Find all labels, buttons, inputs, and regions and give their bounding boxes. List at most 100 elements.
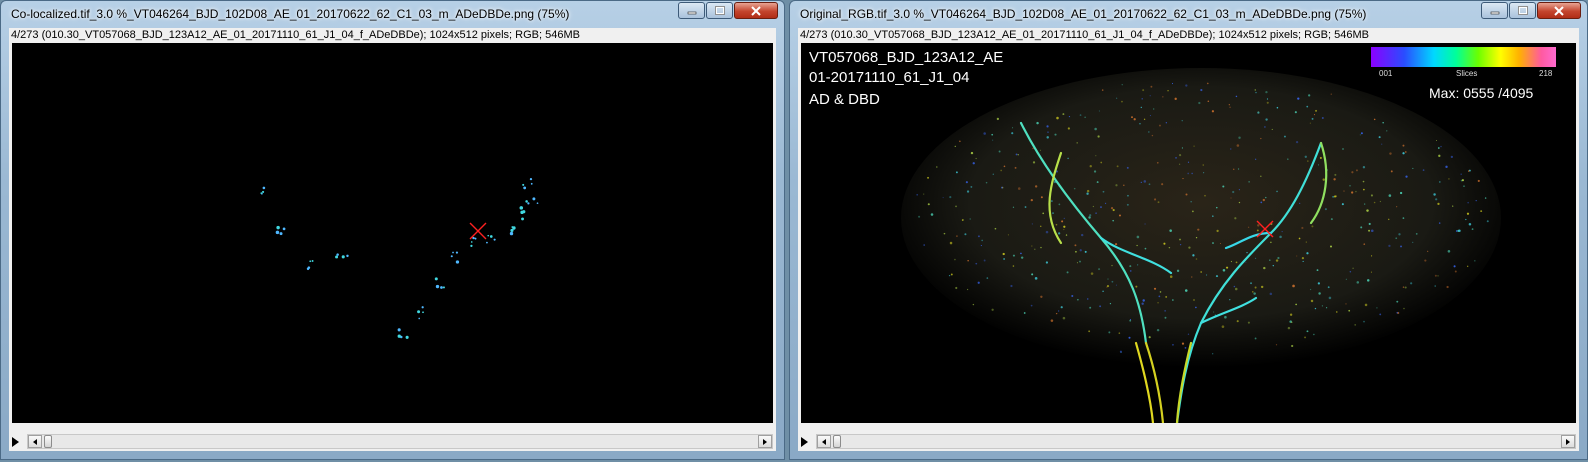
- speckle: [1086, 192, 1089, 195]
- maximize-button[interactable]: [1509, 2, 1536, 19]
- speckle: [1486, 220, 1489, 223]
- speckle: [1453, 265, 1456, 268]
- speckle: [1131, 116, 1133, 119]
- speckle: [983, 132, 986, 135]
- scroll-left-arrow-icon[interactable]: [28, 435, 42, 448]
- maximize-button[interactable]: [706, 2, 733, 19]
- speckle: [307, 266, 311, 269]
- speckle: [1370, 271, 1372, 273]
- play-icon[interactable]: [12, 437, 19, 447]
- speckle: [1475, 200, 1477, 202]
- speckle: [1307, 160, 1309, 162]
- speckle: [1156, 161, 1159, 164]
- speckle: [1176, 269, 1180, 273]
- speckle: [1133, 118, 1136, 121]
- minimize-button[interactable]: [1481, 2, 1508, 19]
- speckle: [1233, 168, 1235, 170]
- speckle: [977, 235, 980, 238]
- speckle: [1129, 270, 1132, 272]
- speckle: [1107, 278, 1109, 280]
- speckle: [1052, 212, 1054, 214]
- speckle: [434, 277, 438, 281]
- speckle: [1246, 251, 1248, 254]
- speckle: [1330, 218, 1333, 221]
- speckle: [1461, 179, 1464, 182]
- speckle: [1438, 222, 1441, 224]
- scroll-thumb[interactable]: [44, 435, 52, 448]
- speckle: [970, 185, 973, 188]
- image-canvas[interactable]: [12, 43, 773, 423]
- speckle: [1412, 241, 1414, 244]
- speckle: [1412, 167, 1414, 170]
- speckle: [1257, 111, 1260, 114]
- speckle: [1081, 233, 1084, 237]
- play-icon[interactable]: [801, 437, 808, 447]
- speckle: [1447, 249, 1451, 253]
- speckle: [1254, 286, 1257, 289]
- speckle: [1144, 223, 1146, 225]
- scroll-right-arrow-icon[interactable]: [758, 435, 772, 448]
- max-label: Max: 0555 /4095: [1429, 85, 1534, 101]
- speckle: [1063, 225, 1066, 228]
- speckle: [1076, 262, 1078, 264]
- slice-scrollbar[interactable]: [27, 434, 773, 449]
- speckle: [1297, 97, 1300, 100]
- speckle: [1193, 299, 1195, 301]
- speckle: [279, 232, 283, 236]
- speckle: [918, 215, 921, 218]
- title-bar[interactable]: Original_RGB.tif_3.0 %_VT046264_BJD_102D…: [790, 1, 1587, 27]
- speckle: [1229, 106, 1231, 108]
- slice-scrollbar[interactable]: [816, 434, 1576, 449]
- speckle: [1011, 132, 1014, 135]
- title-bar[interactable]: Co-localized.tif_3.0 %_VT046264_BJD_102D…: [1, 1, 784, 27]
- speckle: [1404, 286, 1407, 289]
- speckle: [1294, 111, 1297, 114]
- speckle: [1061, 220, 1064, 223]
- speckle: [1040, 246, 1042, 249]
- speckle: [1234, 287, 1238, 291]
- speckle: [523, 186, 527, 190]
- speckle: [525, 200, 528, 203]
- speckle: [1211, 110, 1215, 113]
- speckle: [1311, 117, 1314, 120]
- speckle: [1137, 264, 1139, 266]
- speckle: [1158, 124, 1161, 127]
- speckle: [1363, 320, 1365, 323]
- speckle: [1195, 306, 1197, 309]
- speckle: [1235, 261, 1238, 264]
- colocalized-image: [260, 177, 539, 339]
- speckle: [520, 210, 524, 215]
- speckle: [1304, 336, 1306, 339]
- image-canvas[interactable]: VT057068_BJD_123A12_AE 01-20171110_61_J1…: [801, 43, 1576, 423]
- speckle: [1215, 275, 1219, 278]
- close-button[interactable]: [734, 2, 778, 19]
- speckle: [474, 237, 477, 240]
- scroll-left-arrow-icon[interactable]: [817, 435, 831, 448]
- speckle: [966, 190, 970, 193]
- speckle: [1387, 218, 1390, 221]
- speckle: [1154, 198, 1157, 201]
- original-rgb-window[interactable]: Original_RGB.tif_3.0 %_VT046264_BJD_102D…: [789, 0, 1588, 460]
- speckle: [1181, 147, 1183, 149]
- speckle: [954, 258, 956, 261]
- colorbar-min: 001: [1379, 69, 1393, 78]
- speckle: [1212, 242, 1214, 244]
- speckle: [1396, 206, 1398, 208]
- minimize-button[interactable]: [678, 2, 705, 19]
- speckle: [1058, 203, 1061, 206]
- scroll-right-arrow-icon[interactable]: [1561, 435, 1575, 448]
- speckle: [1071, 294, 1074, 297]
- speckle: [1191, 276, 1193, 278]
- speckle: [1263, 126, 1266, 128]
- colocalized-window[interactable]: Co-localized.tif_3.0 %_VT046264_BJD_102D…: [0, 0, 785, 460]
- speckle: [1151, 134, 1154, 137]
- speckle: [1129, 319, 1132, 322]
- speckle: [1030, 199, 1033, 202]
- speckle: [1390, 170, 1393, 173]
- scroll-thumb[interactable]: [833, 435, 841, 448]
- close-button[interactable]: [1537, 2, 1581, 19]
- speckle: [1066, 271, 1069, 274]
- speckle: [1327, 286, 1330, 289]
- speckle: [1435, 198, 1438, 201]
- speckle: [1205, 274, 1208, 276]
